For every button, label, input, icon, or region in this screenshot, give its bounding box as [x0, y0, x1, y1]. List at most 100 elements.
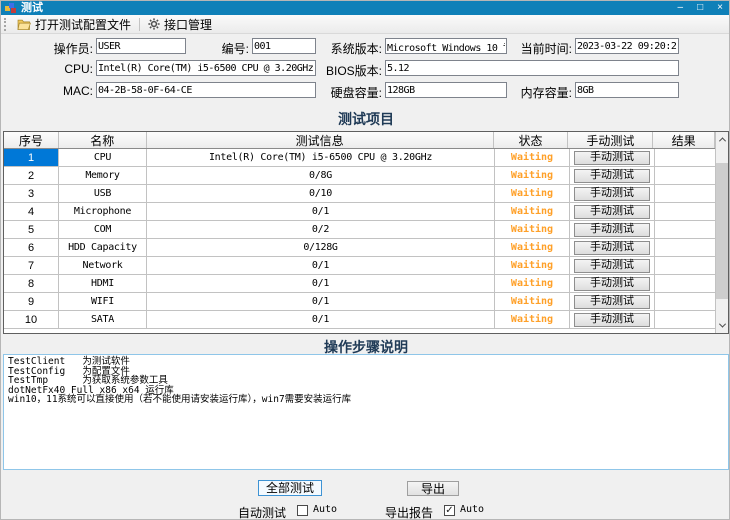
app-window: 测试 – □ × 打开测试配置文件: [0, 0, 730, 520]
status-cell: Waiting: [495, 185, 570, 202]
table-row[interactable]: 1CPUIntel(R) Core(TM) i5-6500 CPU @ 3.20…: [4, 149, 728, 167]
row-number-cell[interactable]: 9: [4, 293, 59, 310]
export-button[interactable]: 导出: [407, 481, 459, 496]
manual-test-cell: 手动测试: [570, 311, 655, 328]
scroll-down-icon[interactable]: [716, 318, 728, 333]
ram-capacity-input[interactable]: [575, 82, 679, 98]
item-name-cell: SATA: [59, 311, 147, 328]
item-name-cell: WIFI: [59, 293, 147, 310]
status-cell: Waiting: [495, 275, 570, 292]
item-name-cell: HDD Capacity: [59, 239, 147, 256]
row-number-cell[interactable]: 7: [4, 257, 59, 274]
scroll-up-icon[interactable]: [716, 132, 728, 147]
instructions-text[interactable]: TestClient 为测试软件TestConfig 为配置文件TestTmp …: [3, 354, 729, 470]
test-all-button[interactable]: 全部测试: [258, 480, 322, 496]
close-icon[interactable]: ×: [717, 1, 723, 15]
os-version-input[interactable]: [385, 38, 507, 54]
test-info-cell: 0/128G: [147, 239, 495, 256]
interface-mgmt-button[interactable]: 接口管理: [142, 16, 218, 33]
scrollbar-thumb[interactable]: [716, 163, 728, 299]
manual-test-button[interactable]: 手动测试: [574, 169, 650, 183]
cpu-label: CPU:: [31, 62, 93, 76]
auto-test-checkbox-label: Auto: [313, 504, 337, 515]
toolbar: 打开测试配置文件 接口管理: [1, 15, 730, 34]
item-name-cell: HDMI: [59, 275, 147, 292]
test-info-cell: 0/1: [147, 293, 495, 310]
manual-test-cell: 手动测试: [570, 149, 655, 166]
auto-test-checkbox[interactable]: [297, 505, 308, 516]
row-number-cell[interactable]: 10: [4, 311, 59, 328]
minimize-icon[interactable]: –: [678, 1, 684, 15]
maximize-icon[interactable]: □: [697, 1, 703, 15]
test-info-cell: Intel(R) Core(TM) i5-6500 CPU @ 3.20GHz: [147, 149, 495, 166]
table-row[interactable]: 5COM0/2Waiting手动测试: [4, 221, 728, 239]
status-cell: Waiting: [495, 239, 570, 256]
table-scrollbar[interactable]: [715, 132, 728, 333]
manual-test-button[interactable]: 手动测试: [574, 277, 650, 291]
status-cell: Waiting: [495, 311, 570, 328]
current-time-input[interactable]: [575, 38, 679, 54]
manual-test-button[interactable]: 手动测试: [574, 187, 650, 201]
table-row[interactable]: 9WIFI0/1Waiting手动测试: [4, 293, 728, 311]
mac-label: MAC:: [31, 84, 93, 98]
hdd-capacity-label: 硬盘容量:: [322, 84, 382, 101]
test-items-title: 测试项目: [1, 109, 730, 129]
manual-test-button[interactable]: 手动测试: [574, 205, 650, 219]
mac-input[interactable]: [96, 82, 316, 98]
manual-test-button[interactable]: 手动测试: [574, 313, 650, 327]
test-info-cell: 0/2: [147, 221, 495, 238]
result-cell: [655, 293, 717, 310]
title-bar: 测试 – □ ×: [1, 1, 730, 15]
test-table-body: 1CPUIntel(R) Core(TM) i5-6500 CPU @ 3.20…: [4, 149, 728, 333]
row-number-cell[interactable]: 6: [4, 239, 59, 256]
manual-test-button[interactable]: 手动测试: [574, 223, 650, 237]
table-header: 序号 名称 测试信息 状态 手动测试 结果: [4, 132, 728, 149]
table-row[interactable]: 2Memory0/8GWaiting 手动测试: [4, 167, 728, 185]
bios-version-label: BIOS版本:: [322, 62, 382, 79]
operator-label: 操作员:: [31, 40, 93, 57]
ram-capacity-label: 内存容量:: [512, 84, 572, 101]
result-cell: [655, 257, 717, 274]
header-status: 状态: [494, 132, 569, 148]
item-name-cell: Memory: [59, 167, 147, 184]
test-info-cell: 0/10: [147, 185, 495, 202]
manual-test-button[interactable]: 手动测试: [574, 241, 650, 255]
result-cell: [655, 275, 717, 292]
manual-test-cell: 手动测试: [570, 221, 655, 238]
manual-test-cell: 手动测试: [570, 239, 655, 256]
open-config-button[interactable]: 打开测试配置文件: [11, 16, 137, 33]
number-input[interactable]: [252, 38, 316, 54]
table-row[interactable]: 4Microphone0/1Waiting手动测试: [4, 203, 728, 221]
table-row[interactable]: 10SATA0/1Waiting 手动测试: [4, 311, 728, 329]
result-cell: [655, 185, 717, 202]
status-cell: Waiting: [495, 167, 570, 184]
manual-test-button[interactable]: 手动测试: [574, 151, 650, 165]
table-row[interactable]: 7Network0/1Waiting手动测试: [4, 257, 728, 275]
toolbar-grip: [4, 18, 7, 31]
row-number-cell[interactable]: 8: [4, 275, 59, 292]
row-number-cell[interactable]: 2: [4, 167, 59, 184]
item-name-cell: Microphone: [59, 203, 147, 220]
current-time-label: 当前时间:: [512, 40, 572, 57]
table-row[interactable]: 3USB0/10Waiting手动测试: [4, 185, 728, 203]
test-info-cell: 0/1: [147, 311, 495, 328]
row-number-cell[interactable]: 5: [4, 221, 59, 238]
hdd-capacity-input[interactable]: [385, 82, 507, 98]
manual-test-button[interactable]: 手动测试: [574, 259, 650, 273]
header-manual-test: 手动测试: [568, 132, 653, 148]
result-cell: [655, 311, 717, 328]
table-row[interactable]: 6HDD Capacity0/128GWaiting 手动测试: [4, 239, 728, 257]
export-report-checkbox[interactable]: [444, 505, 455, 516]
row-number-cell[interactable]: 1: [4, 149, 59, 166]
interface-mgmt-label: 接口管理: [164, 16, 212, 33]
test-info-cell: 0/8G: [147, 167, 495, 184]
cpu-input[interactable]: [96, 60, 316, 76]
table-row[interactable]: 8HDMI0/1Waiting手动测试: [4, 275, 728, 293]
row-number-cell[interactable]: 4: [4, 203, 59, 220]
manual-test-button[interactable]: 手动测试: [574, 295, 650, 309]
bios-version-input[interactable]: [385, 60, 679, 76]
window-title: 测试: [21, 1, 43, 15]
operator-input[interactable]: [96, 38, 186, 54]
row-number-cell[interactable]: 3: [4, 185, 59, 202]
test-info-cell: 0/1: [147, 203, 495, 220]
